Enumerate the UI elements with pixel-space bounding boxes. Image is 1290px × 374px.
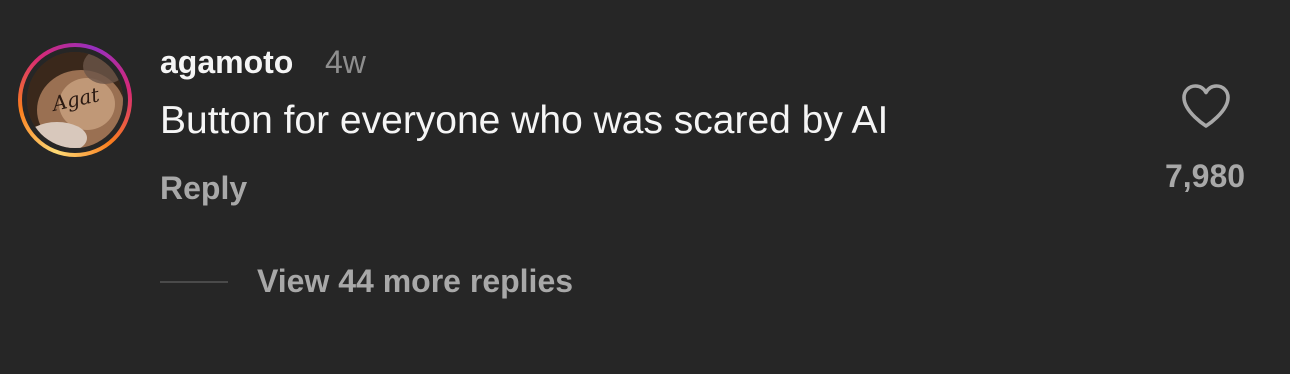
avatar[interactable]: Agat [27,52,123,148]
comment-text: Button for everyone who was scared by AI [160,99,889,142]
heart-outline-icon [1182,84,1230,128]
avatar-story-ring[interactable]: Agat [18,43,132,157]
replies-divider-line [160,281,228,283]
comment-item: Agat agamoto 4w Button for everyone who … [0,0,1290,374]
like-count: 7,980 [1164,158,1246,194]
view-replies-label: View 44 more replies [257,263,574,299]
reply-button[interactable]: Reply [160,168,247,208]
username[interactable]: agamoto [160,42,293,82]
avatar-photo: Agat [27,52,123,148]
like-button[interactable] [1180,82,1232,130]
timestamp: 4w [325,44,366,80]
